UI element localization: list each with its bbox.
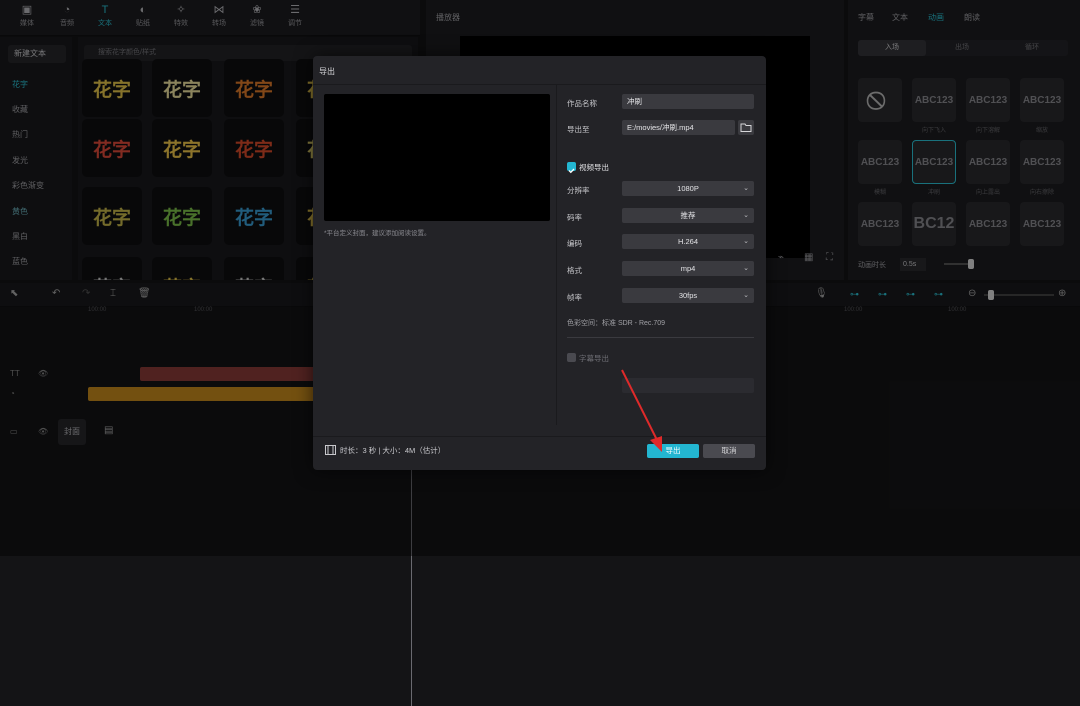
export-path-input[interactable]: E:/movies/冲刷.mp4: [622, 120, 735, 135]
divider: [567, 337, 754, 338]
bitrate-select[interactable]: 推荐 ⌄: [622, 208, 754, 223]
chevron-down-icon: ⌄: [743, 212, 749, 219]
color-space-text: 色彩空间：标准 SDR - Rec.709: [567, 320, 666, 327]
chevron-down-icon: ⌄: [743, 265, 749, 272]
dialog-footer: 时长：3 秒 | 大小：4M（估计） 导出 取消: [313, 436, 766, 470]
divider: [313, 84, 766, 85]
video-export-checkbox[interactable]: [567, 162, 576, 174]
export-dialog: 导出 *平台定义封面，建议添加阅读设置。 作品名称 冲刷 导出至 E:/movi…: [313, 56, 766, 470]
preview-hint: *平台定义封面，建议添加阅读设置。: [324, 230, 431, 237]
chevron-down-icon: ⌄: [743, 185, 749, 192]
checkmark-icon: [568, 168, 575, 174]
cover-preview[interactable]: [324, 94, 550, 221]
bitrate-label: 码率: [567, 213, 582, 222]
chevron-down-icon: ⌄: [743, 292, 749, 299]
folder-button[interactable]: [738, 120, 754, 135]
subtitle-export-checkbox[interactable]: [567, 353, 576, 362]
format-select[interactable]: mp4 ⌄: [622, 261, 754, 276]
codec-label: 编码: [567, 239, 582, 248]
export-info: 时长：3 秒 | 大小：4M（估计）: [340, 446, 446, 455]
format-label: 格式: [567, 266, 582, 275]
fps-label: 帧率: [567, 293, 582, 302]
fps-select[interactable]: 30fps ⌄: [622, 288, 754, 303]
dialog-title: 导出: [319, 67, 335, 76]
codec-select[interactable]: H.264 ⌄: [622, 234, 754, 249]
chevron-down-icon: ⌄: [743, 238, 749, 245]
cancel-button[interactable]: 取消: [703, 444, 755, 458]
folder-icon: [740, 123, 752, 132]
annotation-arrow: [621, 369, 662, 452]
export-to-label: 导出至: [567, 125, 590, 134]
divider: [556, 85, 557, 425]
name-label: 作品名称: [567, 99, 597, 108]
name-input[interactable]: 冲刷: [622, 94, 754, 109]
film-icon: [325, 445, 336, 455]
video-export-label: 视频导出: [579, 163, 609, 172]
resolution-select[interactable]: 1080P ⌄: [622, 181, 754, 196]
resolution-label: 分辨率: [567, 186, 590, 195]
